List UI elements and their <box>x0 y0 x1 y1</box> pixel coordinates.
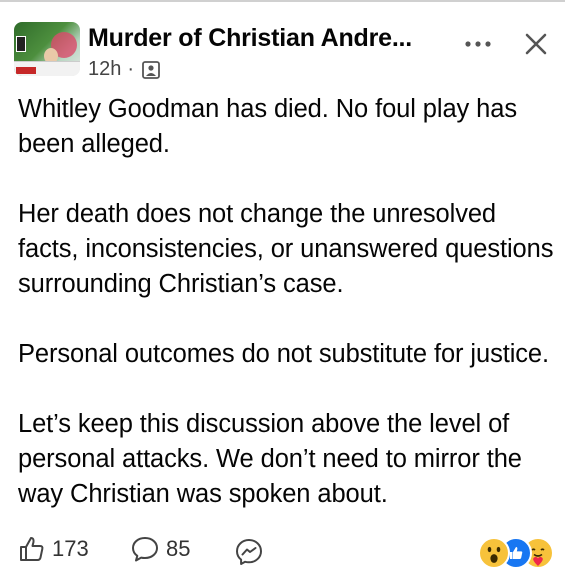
post-header: Murder of Christian Andre... 12h · <box>14 22 554 82</box>
post-timestamp[interactable]: 12h <box>88 58 121 81</box>
meta-separator: · <box>127 58 135 80</box>
close-icon[interactable] <box>522 30 550 58</box>
thumbs-up-icon <box>20 537 44 561</box>
like-button[interactable]: 173 <box>18 535 89 563</box>
comment-icon <box>132 537 158 562</box>
more-options-icon[interactable] <box>458 32 498 56</box>
comment-button[interactable]: 85 <box>130 535 190 563</box>
post-text: Whitley Goodman has died. No foul play h… <box>18 92 558 547</box>
comment-count: 85 <box>166 536 191 561</box>
page-name-link[interactable]: Murder of Christian Andre... <box>88 24 412 53</box>
wow-reaction-icon <box>478 537 510 569</box>
page-avatar[interactable] <box>14 22 80 76</box>
post-paragraph: Whitley Goodman has died. No foul play h… <box>18 95 517 158</box>
post-paragraph: Let’s keep this discussion above the lev… <box>18 410 522 508</box>
post-paragraph: Personal outcomes do not substitute for … <box>18 340 549 368</box>
top-divider <box>0 0 565 2</box>
page-audience-icon[interactable] <box>142 60 160 79</box>
post-meta: 12h · <box>88 58 160 81</box>
post-footer: 173 85 <box>0 535 565 575</box>
messenger-icon[interactable] <box>234 537 264 567</box>
like-count: 173 <box>52 536 89 561</box>
post-paragraph: Her death does not change the unresolved… <box>18 200 554 298</box>
reaction-summary[interactable] <box>478 537 556 569</box>
